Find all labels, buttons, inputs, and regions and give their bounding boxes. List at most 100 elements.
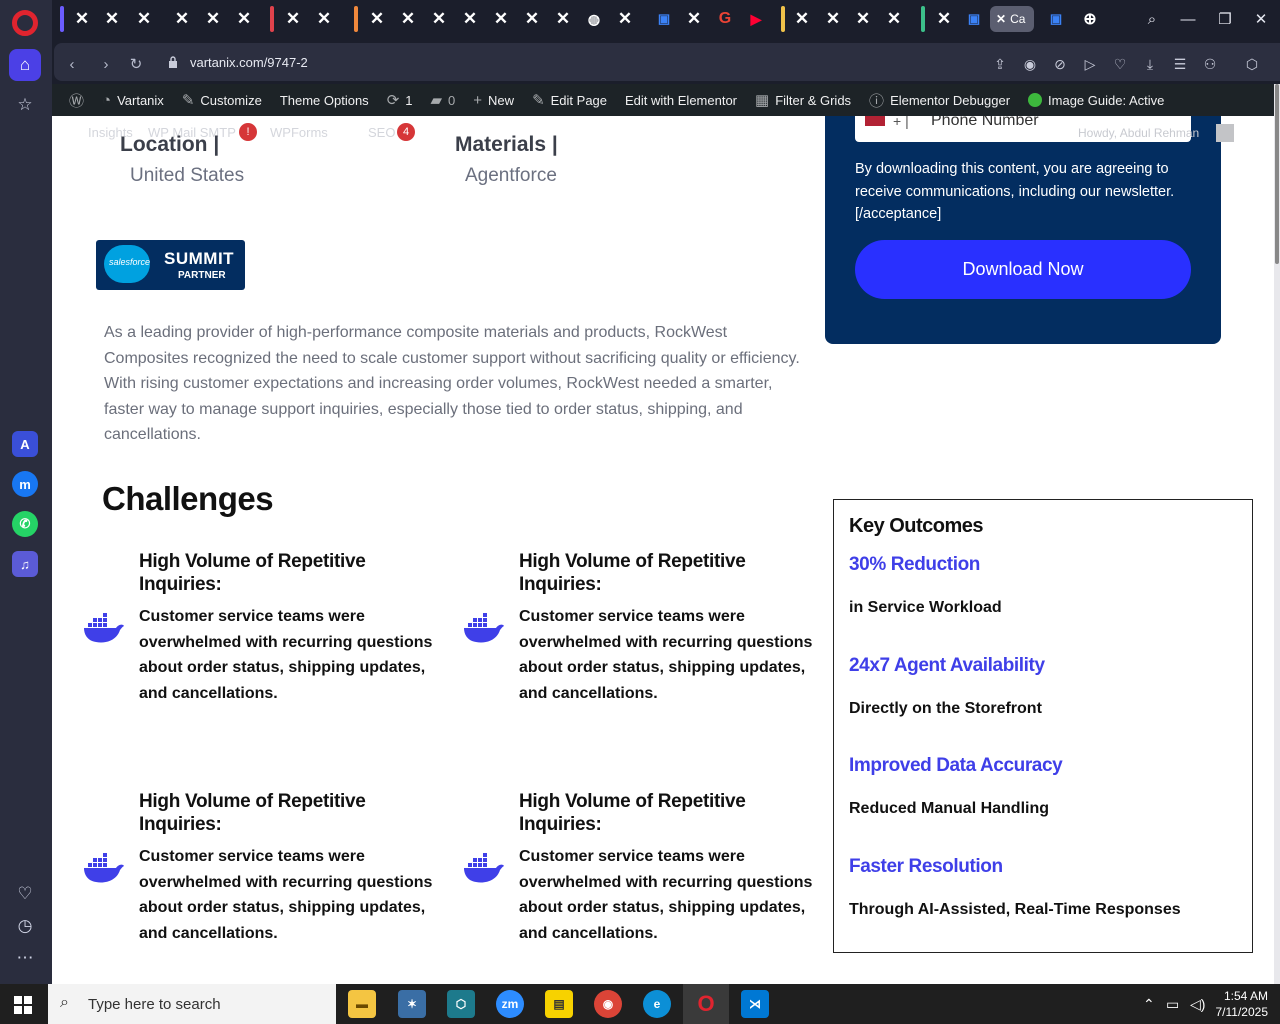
challenge-description: Customer service teams were overwhelmed …: [139, 848, 433, 942]
aria-icon[interactable]: A: [12, 431, 38, 457]
tab-vartanix-icon[interactable]: ✕: [310, 6, 338, 32]
tab-vartanix-icon[interactable]: ✕: [930, 6, 958, 32]
wp-image-guide[interactable]: Image Guide: Active: [1019, 84, 1173, 116]
wp-logo[interactable]: Ⓦ: [60, 84, 93, 116]
whatsapp-icon[interactable]: ✆: [12, 511, 38, 537]
wp-theme-options-label: Theme Options: [279, 92, 369, 108]
edge-icon[interactable]: e: [643, 990, 671, 1018]
tab-globe-icon[interactable]: ◍: [580, 6, 608, 32]
ghost-wpforms[interactable]: WPForms: [270, 125, 328, 140]
send-icon[interactable]: ▷: [1080, 54, 1100, 74]
tab-vartanix-icon[interactable]: ✕: [487, 6, 515, 32]
history-icon[interactable]: ◷: [9, 910, 41, 942]
chrome-icon[interactable]: ◉: [594, 990, 622, 1018]
docker-whale-icon: [464, 853, 504, 883]
taskbar-search[interactable]: ⌕ Type here to search: [48, 984, 336, 1024]
tab-vartanix-icon[interactable]: ✕: [549, 6, 577, 32]
tab-google-icon[interactable]: G: [711, 6, 739, 32]
network-icon[interactable]: ▭: [1166, 996, 1179, 1013]
taskbar-clock[interactable]: 1:54 AM 7/11/2025: [1210, 988, 1269, 1020]
vscode-icon[interactable]: ⋊: [741, 990, 769, 1018]
network-app-icon[interactable]: ✶: [398, 990, 426, 1018]
extensions-icon[interactable]: ⬡: [1242, 54, 1262, 74]
music-player-icon[interactable]: ♫: [12, 551, 38, 577]
adblock-icon[interactable]: ⊘: [1050, 54, 1070, 74]
url-box[interactable]: ‹ › ↻ vartanix.com/9747-2 ⇪ ◉ ⊘ ▷ ♡ ⤓ ☰ …: [54, 43, 1280, 81]
tab-outlook-icon[interactable]: ▣: [1042, 6, 1070, 32]
tab-vartanix-icon[interactable]: ✕: [168, 6, 196, 32]
windows-start-icon[interactable]: [14, 996, 32, 1014]
heart-icon[interactable]: ♡: [9, 878, 41, 910]
url-text[interactable]: vartanix.com/9747-2: [190, 55, 308, 70]
tab-vartanix-icon[interactable]: ✕: [788, 6, 816, 32]
wp-elementor-debugger[interactable]: ⓘ Elementor Debugger: [860, 84, 1019, 116]
easy-setup-icon[interactable]: ☰: [1170, 54, 1190, 74]
app-hex-icon[interactable]: ⬡: [447, 990, 475, 1018]
forward-icon[interactable]: ›: [96, 54, 116, 74]
restore-icon[interactable]: ❐: [1213, 8, 1237, 30]
page-scrollbar[interactable]: [1274, 84, 1280, 984]
tab-vartanix-icon[interactable]: ✕: [363, 6, 391, 32]
wp-customize[interactable]: ✎ Customize: [173, 84, 271, 116]
tab-vartanix-icon[interactable]: ✕: [518, 6, 546, 32]
home-icon[interactable]: ⌂: [9, 49, 41, 81]
tab-vartanix-icon[interactable]: ✕: [98, 6, 126, 32]
tab-active[interactable]: ✕ Ca: [990, 6, 1034, 32]
tab-vartanix-icon[interactable]: ✕: [230, 6, 258, 32]
messenger-icon[interactable]: m: [12, 471, 38, 497]
wp-theme-options[interactable]: Theme Options: [271, 84, 378, 116]
tab-vartanix-icon[interactable]: ✕: [394, 6, 422, 32]
outcome-headline: Improved Data Accuracy: [849, 755, 1063, 776]
wp-comments[interactable]: ▰ 0: [422, 84, 465, 116]
download-icon[interactable]: ⤓: [1140, 54, 1160, 74]
wp-edit-page[interactable]: ✎ Edit Page: [523, 84, 616, 116]
tab-vartanix-icon[interactable]: ✕: [130, 6, 158, 32]
tab-vartanix-icon[interactable]: ✕: [880, 6, 908, 32]
tab-vartanix-icon[interactable]: ✕: [425, 6, 453, 32]
volume-icon[interactable]: ◁): [1190, 996, 1205, 1013]
us-flag-icon[interactable]: [865, 116, 885, 126]
tab-vartanix-icon[interactable]: ✕: [279, 6, 307, 32]
wp-new[interactable]: + New: [464, 84, 523, 116]
more-icon[interactable]: ⋯: [9, 942, 41, 974]
opera-icon[interactable]: O: [692, 990, 720, 1018]
close-icon[interactable]: ✕: [1249, 8, 1273, 30]
back-icon[interactable]: ‹: [62, 54, 82, 74]
ghost-seo[interactable]: SEO: [368, 125, 395, 140]
wp-site-menu[interactable]: ◔ Vartanix: [93, 84, 173, 116]
profile-icon[interactable]: ⚇: [1200, 54, 1220, 74]
avatar[interactable]: [1216, 124, 1234, 142]
tab-vartanix-icon[interactable]: ✕: [680, 6, 708, 32]
wp-filter-grids[interactable]: ▦ Filter & Grids: [746, 84, 860, 116]
tab-vartanix-icon[interactable]: ✕: [849, 6, 877, 32]
camera-icon[interactable]: ◉: [1020, 54, 1040, 74]
tab-youtube-icon[interactable]: ▶: [742, 6, 770, 32]
tray-chevron-icon[interactable]: ⌃: [1143, 996, 1155, 1013]
scroll-thumb[interactable]: [1275, 84, 1279, 264]
windows-taskbar: ⌕ Type here to search ▬ ✶ ⬡ zm ▤ ◉ e O ⋊…: [0, 984, 1280, 1024]
sticky-notes-icon[interactable]: ▤: [545, 990, 573, 1018]
page-content: Insights WP Mail SMTP ! WPForms SEO 4 Lo…: [52, 116, 1274, 984]
tab-vartanix-icon[interactable]: ✕: [611, 6, 639, 32]
tab-outlook-icon[interactable]: ▣: [960, 6, 988, 32]
minimize-icon[interactable]: —: [1176, 8, 1200, 30]
new-tab-icon[interactable]: ⊕: [1076, 6, 1104, 32]
download-now-button[interactable]: Download Now: [855, 240, 1191, 299]
zoom-icon[interactable]: zm: [496, 990, 524, 1018]
tab-vartanix-icon[interactable]: ✕: [819, 6, 847, 32]
tab-outlook-icon[interactable]: ▣: [650, 6, 678, 32]
share-icon[interactable]: ⇪: [990, 54, 1010, 74]
star-icon[interactable]: ☆: [9, 89, 41, 121]
search-tabs-icon[interactable]: ⌕: [1140, 8, 1164, 30]
opera-logo-icon[interactable]: [12, 10, 38, 36]
tab-vartanix-icon[interactable]: ✕: [68, 6, 96, 32]
wp-edit-elementor[interactable]: Edit with Elementor: [616, 84, 746, 116]
favorite-icon[interactable]: ♡: [1110, 54, 1130, 74]
tab-vartanix-icon[interactable]: ✕: [199, 6, 227, 32]
howdy-user[interactable]: Howdy, Abdul Rehman: [1078, 126, 1199, 140]
tab-vartanix-icon[interactable]: ✕: [456, 6, 484, 32]
wp-updates[interactable]: ⟳ 1: [378, 84, 422, 116]
reload-icon[interactable]: ↻: [126, 54, 146, 74]
challenge-description: Customer service teams were overwhelmed …: [139, 608, 433, 702]
file-explorer-icon[interactable]: ▬: [348, 990, 376, 1018]
